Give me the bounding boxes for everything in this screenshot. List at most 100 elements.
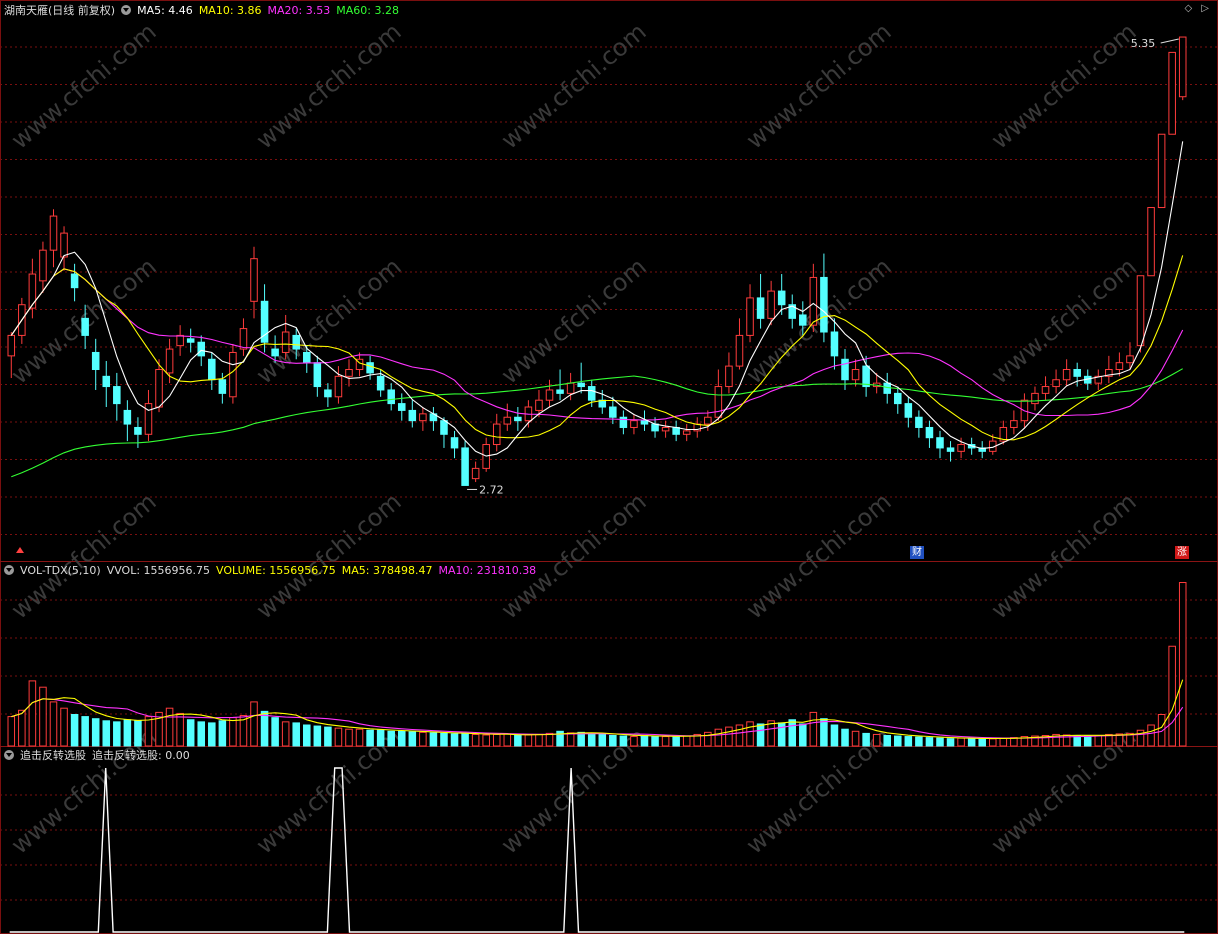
volume-bar-up (809, 711, 818, 747)
volume-bar-down (587, 733, 596, 747)
volume-bar-down (397, 730, 406, 747)
volume-value: VOLUME: 1556956.75 (216, 564, 336, 577)
low-price-label: 2.72 (479, 483, 504, 496)
volume-bar-up (566, 732, 575, 747)
volume-bar-down (756, 723, 765, 747)
candle-down (376, 375, 385, 391)
volume-bar-down (134, 720, 142, 747)
candle-down (102, 375, 111, 388)
candle-up (714, 386, 723, 418)
candle-down (218, 379, 227, 394)
volume-bar-up (334, 727, 343, 747)
candle-down (81, 317, 89, 336)
stock-title[interactable]: 湖南天雁(日线 前复权) (4, 4, 115, 17)
candle-up (704, 416, 712, 425)
volume-bar-up (471, 733, 480, 747)
candle-down (609, 406, 617, 418)
up-arrow-icon[interactable] (16, 547, 24, 553)
candle-up (471, 467, 480, 480)
candle-up (28, 273, 37, 309)
vol-dropdown-icon[interactable] (4, 565, 14, 575)
candle-down (672, 426, 680, 435)
volume-bar-down (91, 718, 100, 747)
volume-bar-up (524, 734, 533, 747)
volume-bar-up (725, 726, 733, 747)
candle-down (113, 386, 121, 405)
candle-up (1010, 420, 1018, 428)
candle-up (229, 351, 237, 398)
volume-bar-down (841, 728, 849, 747)
candlestick-chart-svg[interactable]: www.cfchi.com www.cfchi.com www.cfchi.com w… (0, 0, 1218, 934)
volume-bar-down (408, 731, 417, 747)
candle-up (746, 297, 754, 336)
candle-down (936, 437, 944, 449)
volume-bar-down (123, 719, 132, 747)
candle-down (587, 386, 596, 401)
candle-down (387, 389, 395, 405)
candle-up (851, 369, 860, 381)
candle-down (208, 358, 216, 381)
volume-bar-up (1178, 582, 1187, 747)
indicator-name[interactable]: 追击反转选股 (20, 749, 86, 762)
volume-bar-down (609, 735, 617, 747)
volume-bar-up (482, 734, 490, 747)
ma10-legend: MA10: 3.86 (198, 4, 262, 17)
volume-bar-down (862, 732, 870, 747)
candle-up (809, 276, 818, 326)
volume-bar-down (271, 717, 279, 747)
candle-up (1031, 392, 1039, 405)
volume-bar-up (39, 686, 47, 747)
volume-bar-down (450, 733, 459, 747)
candle-up (735, 334, 744, 367)
volume-bar-up (630, 736, 638, 747)
corner-icons[interactable]: ◇ ▷ (1184, 3, 1212, 14)
vol-ma10-value: MA10: 231810.38 (438, 564, 537, 577)
limit-up-badge[interactable]: 涨 (1175, 546, 1189, 559)
candle-down (450, 437, 459, 449)
high-pointer (1160, 38, 1179, 44)
volume-bar-up (250, 701, 258, 747)
volume-bar-down (81, 716, 89, 747)
volume-bar-up (735, 724, 744, 747)
candle-up (165, 348, 174, 374)
volume-bar-down (830, 724, 839, 747)
candle-down (324, 389, 332, 398)
high-price-label: 5.35 (1131, 37, 1156, 50)
volume-bar-up (1157, 714, 1166, 747)
ind-dropdown-icon[interactable] (4, 750, 14, 760)
candle-down (271, 348, 279, 357)
candle-down (1073, 369, 1081, 377)
candle-up (239, 328, 248, 350)
volume-bar-down (577, 731, 585, 747)
volume-bar-down (429, 732, 438, 747)
candle-up (334, 375, 343, 398)
volume-panel-header: VOL-TDX(5,10) VVOL: 1556956.75 VOLUME: 155… (4, 563, 542, 579)
candle-down (313, 362, 322, 388)
volume-bar-down (788, 719, 797, 747)
watermark-text: www.cfchi.com (496, 487, 652, 624)
candle-down (820, 276, 828, 333)
volume-bar-up (345, 728, 353, 747)
volume-bar-down (640, 735, 649, 747)
volume-bar-up (144, 716, 153, 747)
watermark-text: www.cfchi.com (496, 252, 652, 389)
vol-indicator-name[interactable]: VOL-TDX(5,10) (20, 564, 101, 577)
vvol-value: VVOL: 1556956.75 (106, 564, 211, 577)
candle-down (925, 426, 934, 439)
candle-down (577, 382, 585, 388)
candle-up (503, 416, 512, 425)
volume-bar-down (208, 722, 216, 747)
candle-up (725, 365, 733, 388)
finance-badge[interactable]: 财 (910, 546, 924, 559)
volume-bar-down (820, 718, 828, 747)
volume-bar-up (18, 709, 26, 747)
candle-up (957, 444, 965, 452)
volume-bar-up (872, 733, 881, 747)
dropdown-circle-icon[interactable] (121, 5, 132, 15)
candle-up (7, 334, 16, 357)
volume-bar-up (1147, 724, 1155, 747)
candle-down (292, 334, 300, 350)
candle-up (566, 382, 575, 394)
candle-up (155, 369, 163, 408)
candle-up (1062, 369, 1071, 381)
